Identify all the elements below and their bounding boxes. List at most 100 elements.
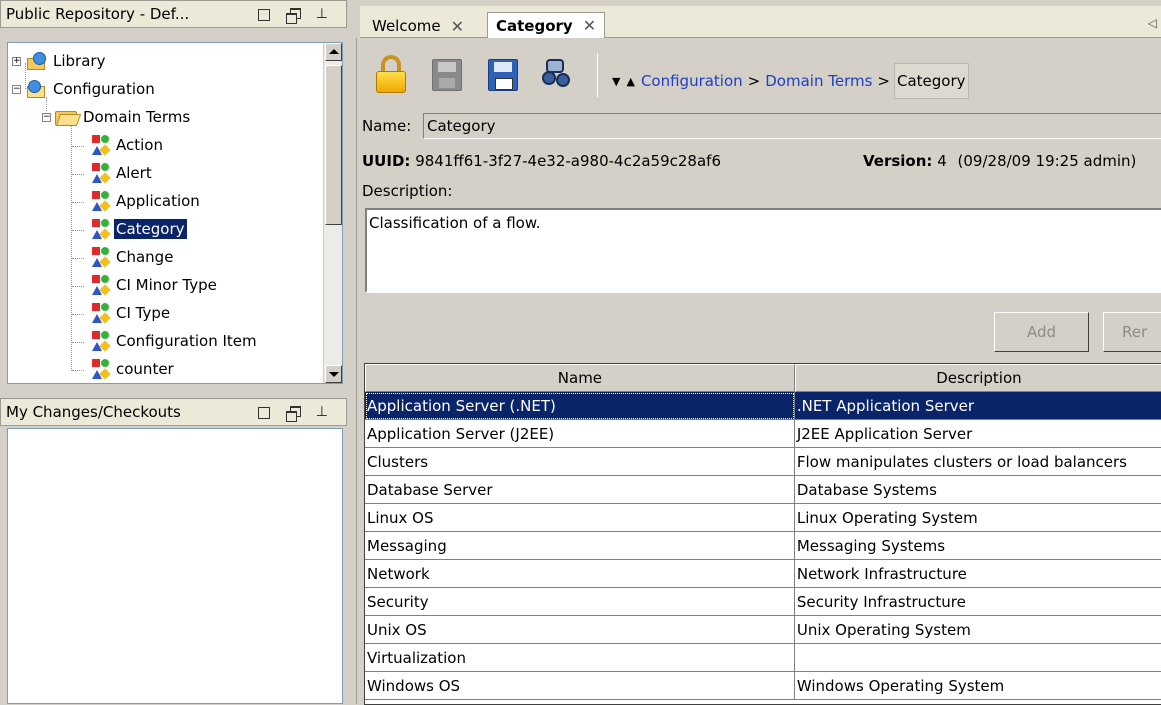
tree-item-ci-minor-type[interactable]: CI Minor Type — [88, 271, 219, 299]
domain-term-icon — [88, 274, 111, 296]
restore-icon[interactable] — [285, 8, 301, 24]
add-button[interactable]: Add — [994, 312, 1089, 352]
domain-term-icon — [88, 358, 111, 380]
tree-item-category[interactable]: Category — [88, 215, 188, 243]
column-header-name[interactable]: Name — [365, 364, 795, 392]
table-row[interactable]: Virtualization — [365, 644, 1161, 672]
save-icon[interactable] — [432, 59, 462, 91]
repository-pane-header: Public Repository - Def... ⊥ — [0, 0, 347, 28]
up-arrow-icon[interactable]: ▲ — [626, 75, 634, 88]
collapse-icon[interactable]: − — [12, 84, 21, 94]
tree-item-alert[interactable]: Alert — [88, 159, 154, 187]
name-label: Name: — [362, 117, 412, 135]
table-row[interactable]: Messaging Messaging Systems — [365, 532, 1161, 560]
domain-term-icon — [88, 302, 111, 324]
pin-icon[interactable]: ⊥ — [316, 403, 328, 421]
folder-open-icon — [55, 109, 77, 126]
tree-label: Configuration Item — [116, 332, 257, 350]
tree-label: Category — [113, 218, 188, 240]
scroll-down-button[interactable] — [325, 365, 342, 383]
lock-icon[interactable] — [374, 55, 410, 95]
maximize-icon[interactable] — [257, 9, 270, 21]
name-field[interactable]: Category — [423, 113, 1161, 139]
pin-icon[interactable]: ⊥ — [316, 5, 328, 23]
breadcrumb-separator: > — [747, 72, 761, 90]
table-cell: Network — [365, 560, 795, 588]
table-row[interactable]: Database Server Database Systems — [365, 476, 1161, 504]
table-cell: Security — [365, 588, 795, 616]
scroll-left-icon[interactable]: ◁ — [1148, 16, 1157, 30]
table-cell: Linux OS — [365, 504, 795, 532]
table-row[interactable]: Unix OS Unix Operating System — [365, 616, 1161, 644]
table-cell: J2EE Application Server — [794, 420, 1161, 448]
restore-icon[interactable] — [285, 406, 301, 422]
version-row: Version: 4 (09/28/09 19:25 admin) — [863, 152, 1136, 170]
remove-button[interactable]: Rer — [1103, 312, 1161, 352]
dropdown-arrow-icon[interactable]: ▼ — [612, 75, 620, 88]
table-row[interactable]: Application Server (.NET) .NET Applicatio… — [365, 392, 1161, 420]
category-editor: ▼ ▲ Configuration > Domain Terms > Categ… — [356, 38, 1161, 705]
tab-welcome[interactable]: Welcome ✕ — [364, 12, 472, 40]
scroll-up-button[interactable] — [325, 43, 342, 61]
table-row[interactable]: Application Server (J2EE) J2EE Applicatio… — [365, 420, 1161, 448]
breadcrumb-separator: > — [877, 72, 890, 90]
table-cell: Messaging — [365, 532, 795, 560]
table-cell: Application Server (J2EE) — [365, 420, 795, 448]
tree-item-application[interactable]: Application — [88, 187, 202, 215]
tree-label: CI Minor Type — [116, 276, 217, 294]
tree-item-ci-type[interactable]: CI Type — [88, 299, 172, 327]
tree-item-counter[interactable]: counter — [88, 355, 176, 383]
table-row[interactable]: Network Network Infrastructure — [365, 560, 1161, 588]
values-table: Name Description Application Server (.NE… — [364, 363, 1161, 705]
table-cell: .NET Application Server — [794, 392, 1161, 420]
table-row[interactable]: Clusters Flow manipulates clusters or loa… — [365, 448, 1161, 476]
collapse-icon[interactable]: − — [42, 112, 51, 122]
tree-node-library[interactable]: + Library — [12, 47, 107, 75]
table-cell: Clusters — [365, 448, 795, 476]
table-cell: Unix OS — [365, 616, 795, 644]
tab-category[interactable]: Category ✕ — [487, 12, 606, 38]
table-cell: Flow manipulates clusters or load balanc… — [794, 448, 1161, 476]
table-cell: Virtualization — [365, 644, 795, 672]
table-cell: Unix Operating System — [794, 616, 1161, 644]
close-icon[interactable]: ✕ — [451, 17, 464, 36]
table-row[interactable]: Windows OS Windows Operating System — [365, 672, 1161, 700]
expand-icon[interactable]: + — [12, 56, 21, 66]
domain-term-icon — [88, 246, 111, 268]
table-cell: Application Server (.NET) — [365, 392, 795, 420]
uuid-row: UUID: 9841ff61-3f27-4e32-a980-4c2a59c28a… — [362, 152, 721, 170]
find-icon[interactable] — [540, 59, 576, 91]
maximize-icon[interactable] — [257, 407, 270, 419]
save-as-icon[interactable] — [488, 59, 518, 91]
version-meta: (09/28/09 19:25 admin) — [957, 152, 1137, 170]
table-row[interactable]: Security Security Infrastructure — [365, 588, 1161, 616]
tree-item-action[interactable]: Action — [88, 131, 165, 159]
description-field[interactable]: Classification of a flow. — [365, 208, 1161, 293]
editor-toolbar: ▼ ▲ Configuration > Domain Terms > Categ… — [357, 43, 1161, 103]
tree-scrollbar[interactable] — [323, 43, 342, 383]
tree-item-change[interactable]: Change — [88, 243, 175, 271]
uuid-value: 9841ff61-3f27-4e32-a980-4c2a59c28af6 — [415, 152, 721, 170]
globe-folder-open-icon — [25, 80, 47, 98]
tree-item-configuration-item[interactable]: Configuration Item — [88, 327, 259, 355]
tree-node-domain-terms[interactable]: − Domain Terms — [42, 103, 192, 131]
table-row[interactable]: Linux OS Linux Operating System — [365, 504, 1161, 532]
tree-label: Alert — [116, 164, 152, 182]
version-label: Version: — [863, 152, 933, 170]
table-cell: Windows OS — [365, 672, 795, 700]
close-icon[interactable]: ✕ — [583, 16, 596, 35]
repository-pane-title: Public Repository - Def... — [6, 5, 190, 23]
tree-label: Action — [116, 136, 163, 154]
breadcrumb-link-configuration[interactable]: Configuration — [641, 72, 743, 90]
tab-label: Category — [496, 16, 573, 35]
scroll-thumb[interactable] — [325, 65, 342, 225]
column-header-description[interactable]: Description — [794, 364, 1161, 392]
table-header: Name Description — [365, 364, 1161, 392]
changes-list — [7, 428, 343, 704]
tree-node-configuration[interactable]: − Configuration — [12, 75, 157, 103]
table-cell: Security Infrastructure — [794, 588, 1161, 616]
uuid-label: UUID: — [362, 152, 411, 170]
changes-pane-title: My Changes/Checkouts — [6, 403, 181, 421]
breadcrumb-link-domain-terms[interactable]: Domain Terms — [765, 72, 872, 90]
tree-label: Configuration — [53, 80, 155, 98]
